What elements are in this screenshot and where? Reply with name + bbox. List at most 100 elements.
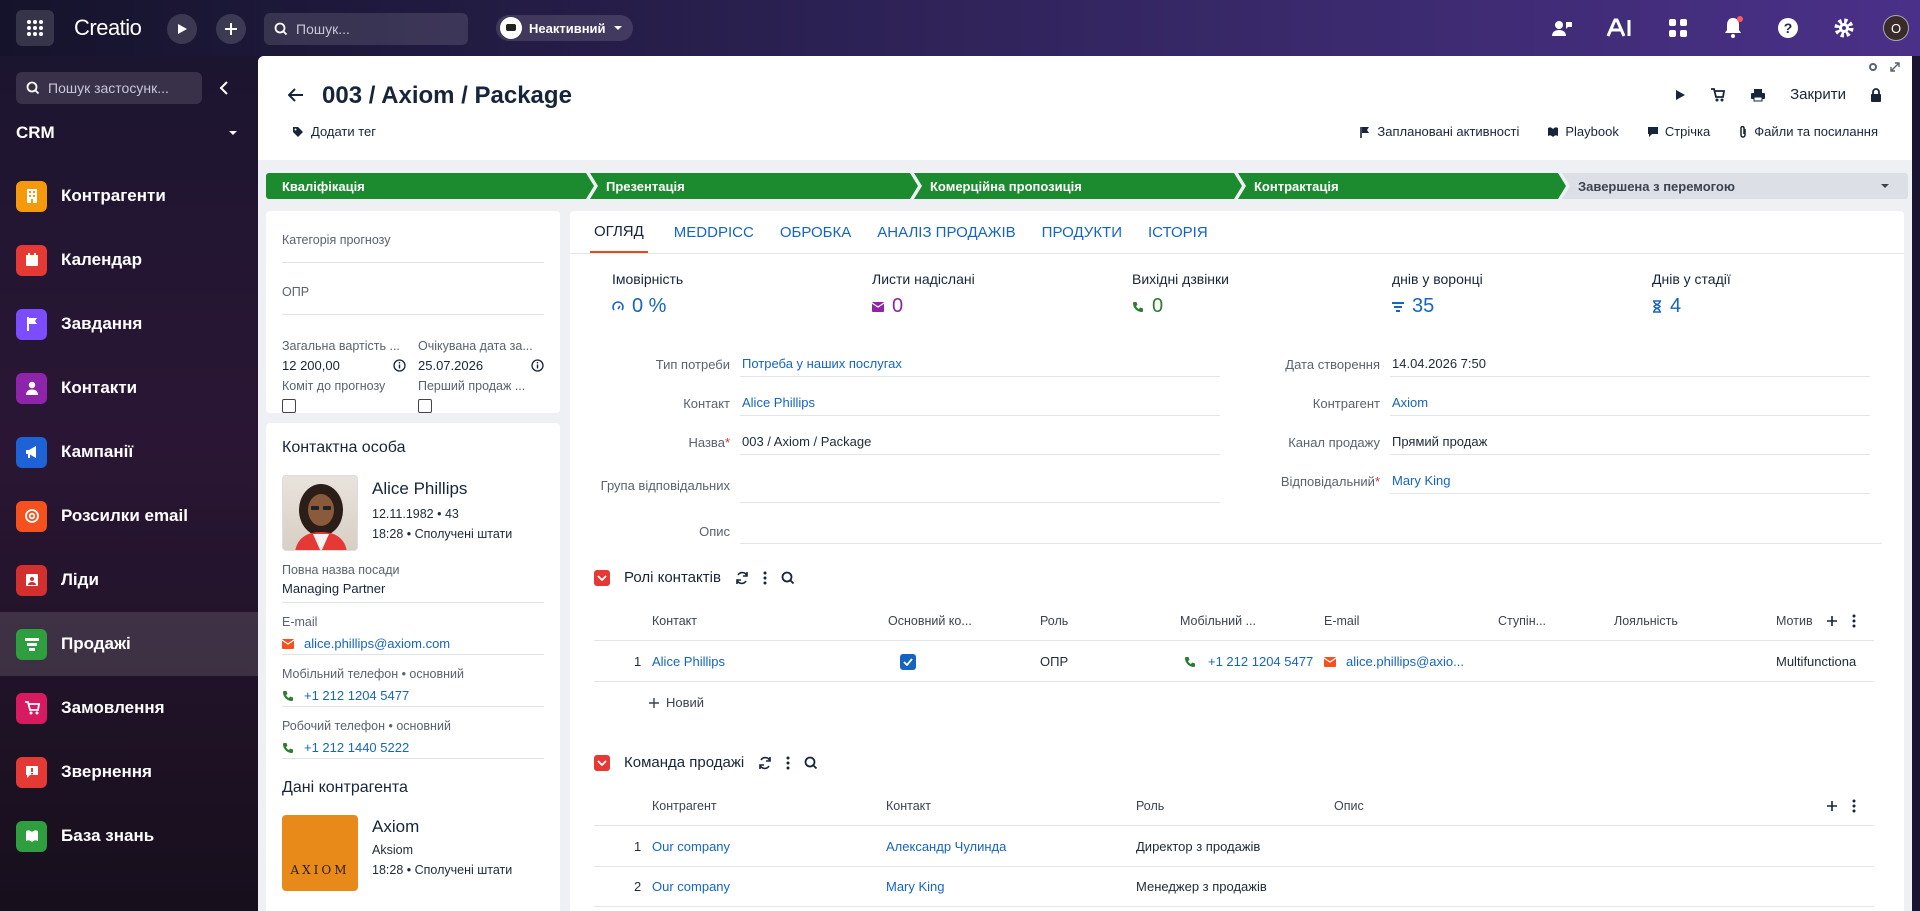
cart-icon[interactable] [1710,87,1726,102]
search-icon[interactable] [781,571,795,585]
col-contact[interactable]: Контакт [652,614,697,628]
mobile-value[interactable]: +1 212 1204 5477 [304,688,409,703]
stage-presentation[interactable]: Презентація [590,173,918,199]
need-type-field[interactable]: Тип потреби Потреба у наших послугах [600,351,1220,377]
apps-button[interactable] [1664,14,1692,42]
contact-field[interactable]: Контакт Alice Phillips [600,390,1220,416]
field-value[interactable]: Потреба у наших послугах [740,351,1220,377]
sidebar-item-knowledge-base[interactable]: База знань [0,804,258,868]
field-value[interactable] [740,469,1220,503]
col-degree[interactable]: Ступін... [1498,614,1546,628]
field-value[interactable]: Alice Phillips [740,390,1220,416]
more-icon[interactable] [1852,799,1856,813]
add-tag-button[interactable]: Додати тег [292,124,376,139]
email-field[interactable]: alice.phillips@axiom.com [282,633,544,655]
refresh-icon[interactable] [758,756,772,770]
mobile-field[interactable]: +1 212 1204 5477 [282,685,544,707]
help-button[interactable]: ? [1774,14,1802,42]
opr-field[interactable]: ОПР [282,285,544,315]
refresh-icon[interactable] [735,571,749,585]
playbook-link[interactable]: Playbook [1547,124,1619,139]
col-role[interactable]: Роль [1040,614,1068,628]
sidebar-item-sales[interactable]: Продажі [0,612,258,676]
col-motive[interactable]: Мотив [1776,614,1813,628]
expand-icon[interactable] [1890,62,1900,72]
work-phone-value[interactable]: +1 212 1440 5222 [304,740,409,755]
tab-overview[interactable]: ОГЛЯД [590,211,648,253]
settings-button[interactable] [1830,14,1858,42]
commit-checkbox[interactable] [282,399,296,413]
contact-name[interactable]: Alice Phillips [372,479,467,499]
more-icon[interactable] [763,571,767,585]
table-row[interactable]: 1 Alice Phillips ОПР +1 212 1204 5477 al… [594,642,1874,682]
tab-sales-analysis[interactable]: АНАЛІЗ ПРОДАЖІВ [877,224,1015,241]
row-email[interactable]: alice.phillips@axio... [1324,654,1464,669]
run-process-button[interactable] [167,14,197,44]
col-role[interactable]: Роль [1136,799,1164,813]
notifications-button[interactable] [1719,12,1747,42]
col-description[interactable]: Опис [1334,799,1364,813]
info-icon[interactable] [531,359,544,372]
sidebar-item-leads[interactable]: Ліди [0,548,258,612]
files-link[interactable]: Файли та посилання [1738,124,1878,139]
table-row[interactable]: 2 Our company Mary King Менеджер з прода… [594,867,1874,907]
responsible-group-field[interactable]: Група відповідальних [600,469,1220,503]
stage-proposal[interactable]: Комерційна пропозиція [914,173,1242,199]
sidebar-item-calendar[interactable]: Календар [0,228,258,292]
row-contact[interactable]: Alice Phillips [652,654,725,669]
lock-icon[interactable] [1870,87,1882,102]
email-value[interactable]: alice.phillips@axiom.com [304,636,450,651]
app-search-input[interactable]: Пошук застосунк... [16,72,202,104]
communication-panel-button[interactable] [1548,14,1576,42]
close-button[interactable]: Закрити [1790,86,1846,103]
account-field[interactable]: Контрагент Axiom [1250,390,1870,416]
user-avatar[interactable]: O [1883,15,1909,41]
search-icon[interactable] [804,756,818,770]
sidebar-item-orders[interactable]: Замовлення [0,676,258,740]
col-contact[interactable]: Контакт [886,799,931,813]
tab-history[interactable]: ІСТОРІЯ [1148,224,1208,241]
account-logo[interactable]: AXIOM [282,815,358,891]
field-value[interactable]: Mary King [1390,468,1870,494]
info-icon[interactable] [393,359,406,372]
plus-icon[interactable] [1826,615,1838,627]
app-logo[interactable]: Creatio [74,15,142,41]
more-icon[interactable] [1852,614,1856,628]
plus-icon[interactable] [1826,800,1838,812]
sidebar-item-accounts[interactable]: Контрагенти [0,164,258,228]
row-account[interactable]: Our company [652,879,730,894]
col-account[interactable]: Контрагент [652,799,717,813]
field-value[interactable]: Axiom [1390,390,1870,416]
stage-qualification[interactable]: Кваліфікація [266,173,594,199]
sidebar-item-contacts[interactable]: Контакти [0,356,258,420]
small-gear-icon[interactable] [1868,62,1878,72]
field-value[interactable] [740,518,1882,544]
col-loyalty[interactable]: Лояльність [1614,614,1678,628]
add-button[interactable] [216,14,246,44]
work-phone-field[interactable]: +1 212 1440 5222 [282,737,544,759]
tab-products[interactable]: ПРОДУКТИ [1042,224,1122,241]
scheduled-activities-link[interactable]: Заплановані активності [1359,124,1519,139]
workspace-selector[interactable]: CRM [16,123,238,143]
app-launcher-button[interactable] [16,10,54,46]
status-dropdown[interactable]: Неактивний [496,15,633,41]
row-account[interactable]: Our company [652,839,730,854]
row-mobile[interactable]: +1 212 1204 5477 [1184,654,1313,669]
field-value[interactable]: Прямий продаж [1390,429,1870,455]
collapse-button[interactable] [594,754,610,771]
name-field[interactable]: Назва* 003 / Axiom / Package [600,429,1220,455]
sidebar-item-campaigns[interactable]: Кампанії [0,420,258,484]
job-title-value[interactable]: Managing Partner [282,581,544,603]
contact-photo[interactable] [282,475,358,551]
new-role-button[interactable]: Новий [648,695,704,710]
sidebar-item-tasks[interactable]: Завдання [0,292,258,356]
ai-button[interactable] [1604,14,1636,42]
collapse-sidebar-button[interactable] [214,76,234,100]
primary-checkbox[interactable] [900,653,916,670]
sidebar-item-cases[interactable]: Звернення [0,740,258,804]
stage-closed-won[interactable]: Завершена з перемогою [1562,173,1908,199]
col-email[interactable]: E-mail [1324,614,1359,628]
sidebar-item-email[interactable]: Розсилки email [0,484,258,548]
play-icon[interactable] [1674,89,1686,101]
tab-processing[interactable]: ОБРОБКА [780,224,851,241]
